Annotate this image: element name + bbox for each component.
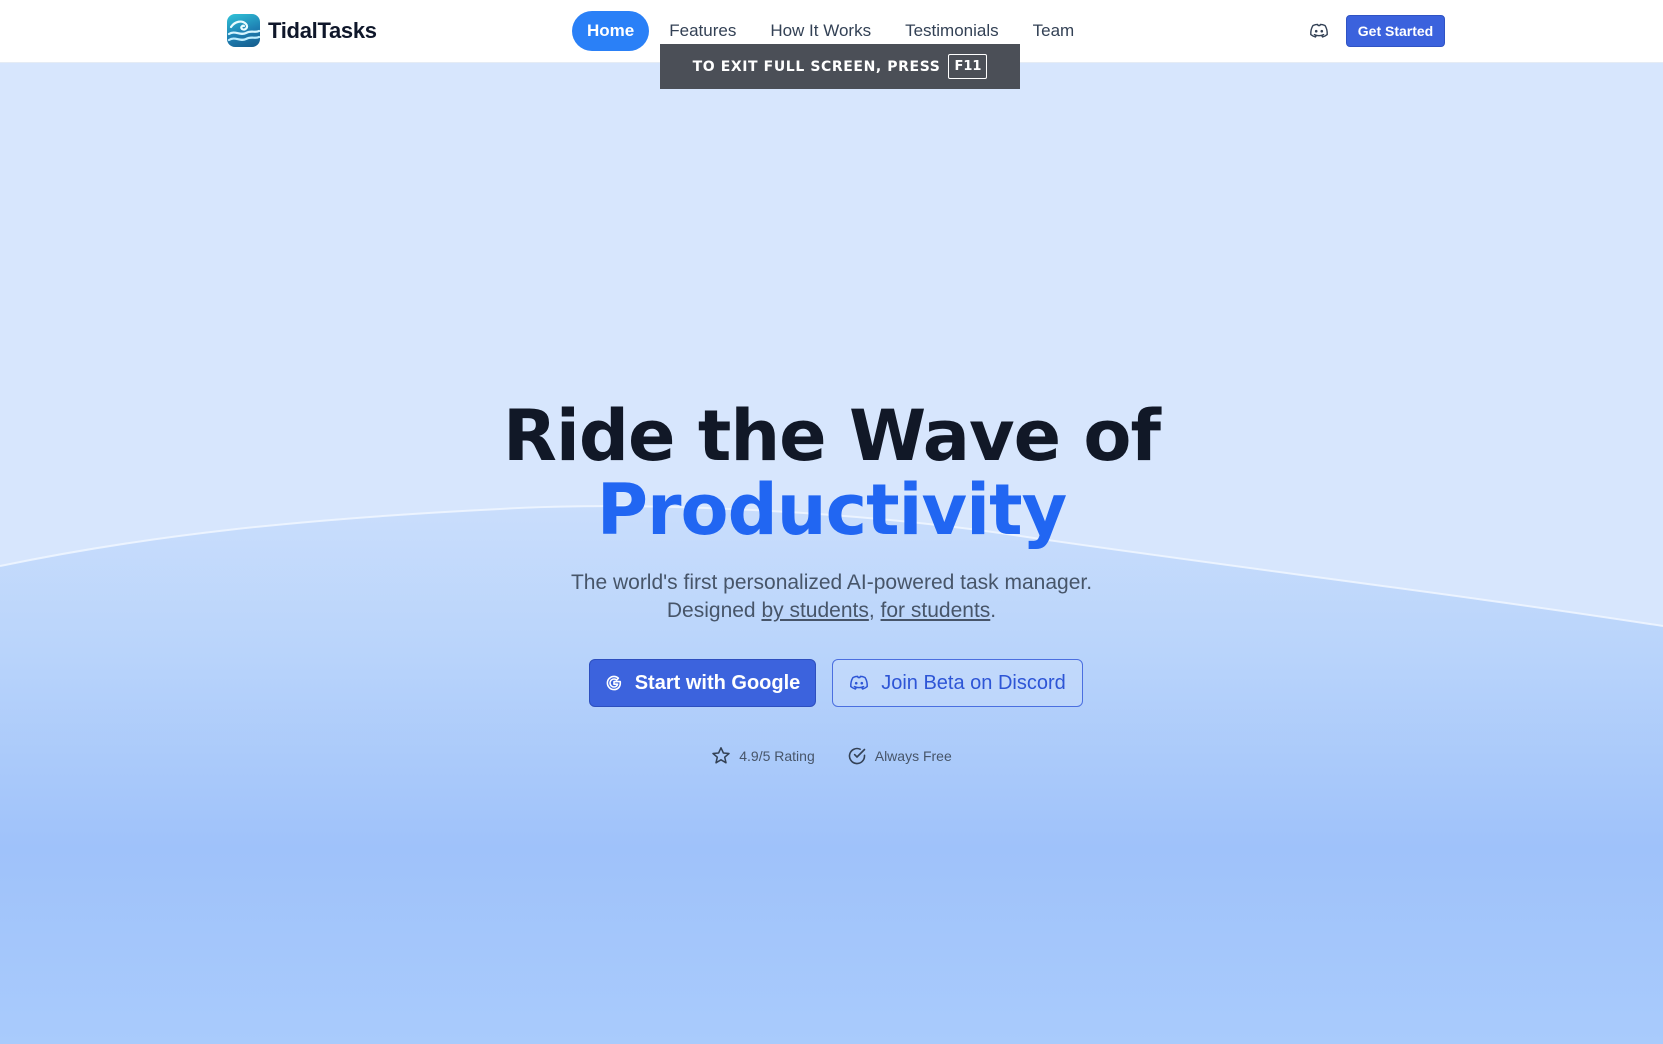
fullscreen-notice-text: TO EXIT FULL SCREEN, PRESS: [692, 58, 941, 75]
nav-team[interactable]: Team: [1024, 11, 1084, 51]
check-circle-icon: [847, 746, 867, 766]
by-students-link[interactable]: by students: [761, 599, 868, 622]
subtitle-separator: ,: [868, 599, 875, 622]
hero-subtitle: The world's first personalized AI-powere…: [0, 569, 1663, 625]
subtitle-line-2: Designed by students, for students.: [0, 597, 1663, 625]
start-with-google-label: Start with Google: [634, 671, 801, 694]
trust-badges: 4.9/5 Rating Always Free: [0, 746, 1663, 766]
rating-badge: 4.9/5 Rating: [711, 746, 815, 766]
for-students-link[interactable]: for students: [881, 599, 991, 622]
star-icon: [711, 746, 731, 766]
start-with-google-button[interactable]: Start with Google: [589, 659, 816, 707]
subtitle-line-1: The world's first personalized AI-powere…: [570, 571, 1093, 594]
hero-section: Ride the Wave of Productivity The world'…: [0, 63, 1663, 1044]
headline-accent: Productivity: [596, 469, 1068, 551]
join-beta-discord-button[interactable]: Join Beta on Discord: [832, 659, 1083, 707]
fullscreen-key: F11: [948, 54, 988, 79]
discord-icon: [849, 675, 869, 691]
google-icon: [605, 674, 623, 692]
get-started-button[interactable]: Get Started: [1346, 15, 1445, 47]
subtitle-prefix: Designed: [666, 599, 756, 622]
wave-background: [0, 63, 1663, 627]
discord-icon[interactable]: [1306, 20, 1332, 42]
wave-logo-icon: [227, 14, 260, 47]
brand-name: TidalTasks: [268, 17, 377, 43]
subtitle-end: .: [990, 599, 997, 622]
headline-line-1: Ride the Wave of: [503, 395, 1161, 477]
hero-headline: Ride the Wave of Productivity: [0, 399, 1663, 547]
free-label: Always Free: [874, 748, 952, 764]
join-beta-discord-label: Join Beta on Discord: [881, 671, 1066, 694]
free-badge: Always Free: [847, 746, 952, 766]
brand[interactable]: TidalTasks: [227, 14, 377, 47]
rating-label: 4.9/5 Rating: [739, 748, 815, 764]
nav-home[interactable]: Home: [572, 11, 650, 51]
fullscreen-notice: TO EXIT FULL SCREEN, PRESS F11: [660, 44, 1020, 89]
